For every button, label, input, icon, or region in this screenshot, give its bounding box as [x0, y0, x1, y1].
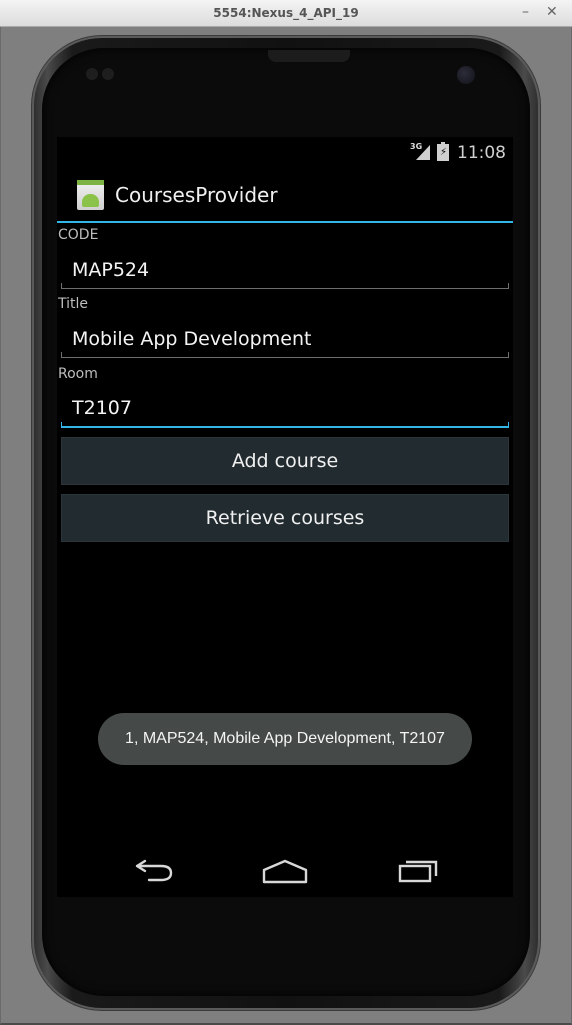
window-titlebar: 5554:Nexus_4_API_19 – ✕ — [0, 0, 572, 27]
room-input-underline — [61, 422, 509, 428]
back-icon[interactable] — [123, 853, 183, 885]
room-label: Room — [58, 366, 98, 382]
battery-icon: ⚡ — [437, 142, 449, 161]
signal-icon: 3G — [410, 142, 432, 162]
light-sensor — [102, 68, 114, 80]
title-input-underline — [61, 352, 509, 358]
recents-icon[interactable] — [390, 853, 450, 885]
device-screen: 3G ⚡ 11:08 CoursesProvider CODE Title Ro… — [57, 137, 513, 897]
proximity-sensor — [86, 68, 98, 80]
retrieve-courses-button[interactable]: Retrieve courses — [61, 494, 509, 542]
code-label: CODE — [58, 227, 99, 243]
navigation-bar — [57, 843, 513, 897]
android-app-icon[interactable] — [77, 180, 104, 210]
window-title: 5554:Nexus_4_API_19 — [213, 6, 359, 20]
title-input[interactable] — [61, 323, 509, 355]
code-input[interactable] — [61, 254, 509, 286]
title-label: Title — [58, 296, 89, 312]
toast-message: 1, MAP524, Mobile App Development, T2107 — [98, 713, 472, 765]
minimize-button[interactable]: – — [522, 3, 529, 21]
app-title: CoursesProvider — [115, 183, 278, 207]
action-bar: CoursesProvider — [57, 167, 513, 223]
status-bar: 3G ⚡ 11:08 — [57, 137, 513, 167]
home-icon[interactable] — [255, 853, 315, 885]
add-course-button[interactable]: Add course — [61, 437, 509, 485]
close-button[interactable]: ✕ — [546, 3, 558, 21]
code-input-underline — [61, 283, 509, 289]
front-camera — [457, 66, 475, 84]
status-time: 11:08 — [457, 143, 506, 163]
room-input[interactable] — [61, 392, 509, 424]
earpiece-speaker — [268, 50, 350, 62]
